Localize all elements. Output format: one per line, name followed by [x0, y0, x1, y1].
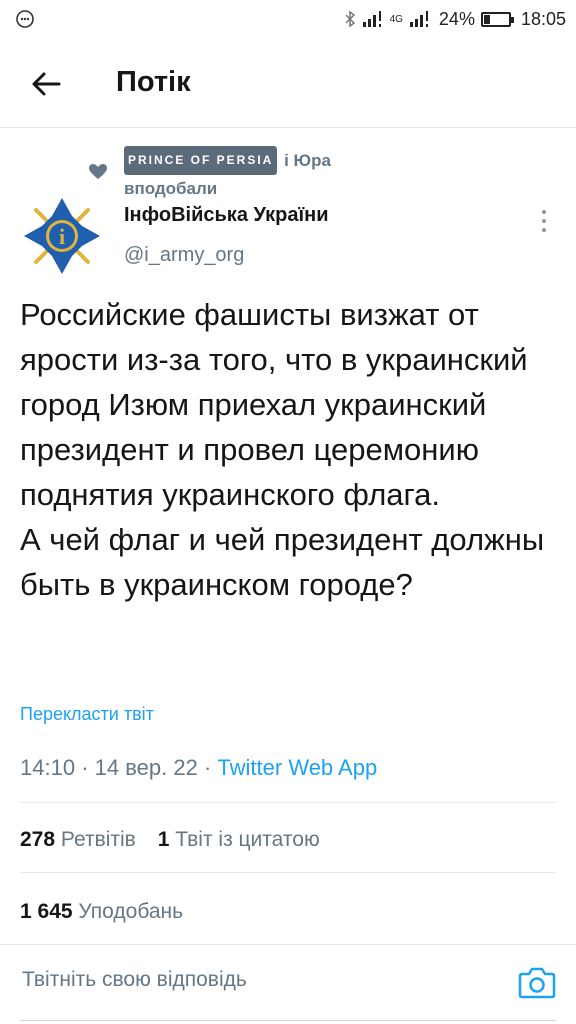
- reply-underline: [20, 1020, 556, 1021]
- arrow-left-icon: [32, 72, 61, 96]
- signal-icon: [362, 11, 381, 27]
- tweet-text: Российские фашисты визжат от ярости из-з…: [20, 297, 545, 602]
- tweet-metadata: 14:10 · 14 вер. 22 · Twitter Web App: [20, 755, 377, 781]
- divider: [0, 944, 576, 945]
- tweet-source-link[interactable]: Twitter Web App: [217, 755, 377, 780]
- retweets-label: Ретвітів: [60, 828, 136, 851]
- divider: [20, 872, 556, 873]
- battery-icon: [480, 11, 514, 27]
- meta-separator: ·: [81, 755, 89, 780]
- signal-icon-2: [409, 11, 428, 27]
- liked-by-connector: і Юра: [284, 151, 331, 170]
- retweet-quote-stats: 278 Ретвітів 1 Твіт із цитатою: [20, 828, 320, 852]
- likes-stat[interactable]: 1 645 Уподобань: [20, 900, 183, 923]
- likes-count: 1 645: [20, 900, 73, 923]
- svg-text:i: i: [59, 224, 65, 249]
- tweet-time: 14:10: [20, 755, 76, 780]
- more-vertical-icon: [542, 210, 546, 214]
- battery-percent: 24%: [438, 8, 475, 29]
- liked-by-suffix: вподобали: [124, 179, 218, 198]
- status-indicators: 4G 24% 18:05: [344, 7, 566, 31]
- social-context: PRINCE OF PERSIA і Юра вподобали: [0, 140, 576, 200]
- quotes-count: 1: [157, 828, 170, 851]
- cross-emblem-icon: i: [24, 198, 100, 274]
- divider: [20, 802, 556, 803]
- author-handle[interactable]: @i_army_org: [124, 244, 244, 267]
- notification-icon: [16, 10, 34, 28]
- author-name[interactable]: ІнфоВійська України: [124, 204, 329, 227]
- likes-stats: 1 645 Уподобань: [20, 900, 183, 924]
- quotes-stat[interactable]: 1 Твіт із цитатою: [158, 828, 320, 851]
- battery-level: [483, 14, 490, 24]
- tweet-date: 14 вер. 22: [94, 755, 198, 780]
- more-options-button[interactable]: [532, 206, 556, 236]
- translate-tweet-link[interactable]: Перекласти твіт: [20, 704, 154, 725]
- top-app-bar: Потік: [0, 38, 576, 128]
- heart-icon: [89, 164, 107, 179]
- liked-by-user[interactable]: PRINCE OF PERSIA: [124, 146, 278, 175]
- status-bar: 4G 24% 18:05: [0, 0, 576, 38]
- camera-icon[interactable]: [518, 964, 556, 1000]
- quotes-label: Твіт із цитатою: [175, 828, 320, 851]
- reply-input[interactable]: Твітніть свою відповідь: [22, 968, 462, 992]
- clock: 18:05: [520, 8, 566, 29]
- page-title: Потік: [116, 66, 191, 98]
- avatar[interactable]: i: [22, 196, 102, 276]
- retweets-count: 278: [20, 828, 56, 851]
- retweets-stat[interactable]: 278 Ретвітів: [20, 828, 142, 851]
- network-type: 4G: [389, 13, 403, 25]
- meta-separator: ·: [203, 755, 212, 780]
- liked-by-text[interactable]: PRINCE OF PERSIA і Юра вподобали: [124, 146, 524, 202]
- likes-label: Уподобань: [78, 900, 184, 923]
- bluetooth-icon: [345, 10, 355, 28]
- back-button[interactable]: [24, 62, 68, 106]
